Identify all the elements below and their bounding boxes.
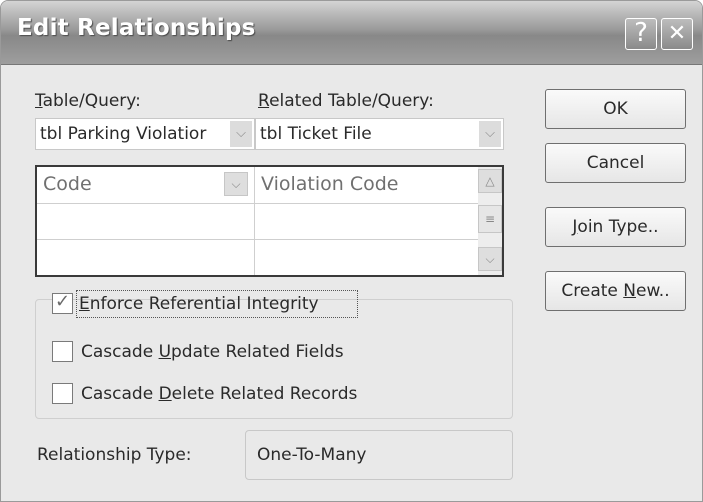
related-table-query-select[interactable]: tbl Ticket File ⌵ [255, 118, 504, 150]
help-button[interactable]: ? [625, 18, 657, 50]
grid-cell-primary-field[interactable]: Code [43, 173, 92, 195]
chevron-down-icon[interactable]: ⌵ [479, 121, 501, 147]
dialog-title: Edit Relationships [17, 15, 256, 41]
grid-cell-related-field[interactable]: Violation Code [261, 173, 398, 195]
related-table-query-label: Related Table/Query: [258, 91, 434, 111]
table-query-value: tbl Parking Violatior [40, 124, 207, 144]
relationship-type-label: Relationship Type: [37, 445, 192, 465]
edit-relationships-dialog: Edit Relationships ? ✕ Table/Query: Rela… [0, 0, 703, 502]
grid-row-divider [37, 239, 478, 240]
chevron-up-icon[interactable]: △ [478, 169, 502, 193]
cascade-update-label[interactable]: Cascade Update Related Fields [81, 342, 344, 362]
related-table-query-value: tbl Ticket File [260, 124, 372, 144]
enforce-integrity-label[interactable]: Enforce Referential Integrity [79, 294, 319, 314]
create-new-button[interactable]: Create New.. [545, 271, 686, 311]
cascade-delete-label[interactable]: Cascade Delete Related Records [81, 384, 357, 404]
grid-scrollbar[interactable]: △ ≡ ⌵ [478, 167, 502, 275]
chevron-down-icon[interactable]: ⌵ [478, 247, 502, 271]
relationship-type-box: One-To-Many [245, 430, 513, 480]
chevron-down-icon[interactable]: ⌵ [230, 121, 252, 147]
cascade-update-checkbox[interactable] [52, 341, 73, 362]
title-bar[interactable]: Edit Relationships ? ✕ [1, 1, 702, 65]
close-button[interactable]: ✕ [661, 18, 693, 50]
cancel-button[interactable]: Cancel [545, 143, 686, 183]
grid-row-divider [37, 203, 478, 204]
enforce-integrity-checkbox[interactable] [52, 291, 73, 314]
cascade-delete-checkbox[interactable] [52, 383, 73, 404]
grid-divider [254, 167, 255, 275]
field-mapping-grid[interactable]: Code ⌵ Violation Code △ ≡ ⌵ [35, 165, 504, 277]
ok-button[interactable]: OK [545, 89, 686, 129]
scroll-thumb-icon[interactable]: ≡ [478, 205, 502, 233]
chevron-down-icon[interactable]: ⌵ [224, 172, 248, 196]
relationship-type-value: One-To-Many [257, 445, 367, 465]
table-query-label: Table/Query: [35, 91, 141, 111]
join-type-button[interactable]: Join Type.. [545, 207, 686, 247]
table-query-select[interactable]: tbl Parking Violatior ⌵ [35, 118, 255, 150]
